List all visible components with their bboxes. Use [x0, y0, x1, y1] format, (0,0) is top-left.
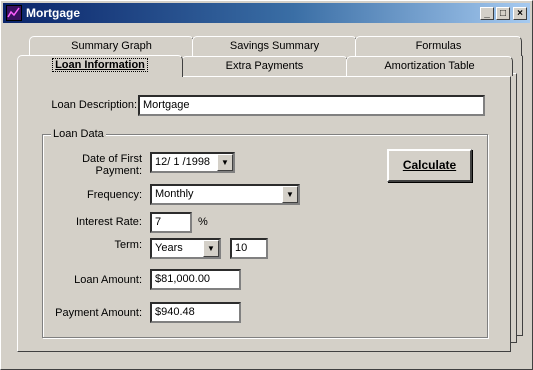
term-label: Term: [114, 239, 143, 251]
loan-information-panel: Loan Description: Mortgage Loan Data Dat… [17, 76, 511, 352]
interest-rate-input[interactable]: 7 [150, 212, 192, 233]
first-payment-label: Date of First Payment: [82, 153, 142, 177]
interest-rate-label: Interest Rate: [75, 216, 142, 228]
tab-amortization-table[interactable]: Amortization Table [346, 56, 513, 76]
loan-description-label: Loan Description: [51, 99, 137, 111]
chevron-down-icon[interactable]: ▼ [282, 186, 298, 203]
frequency-label: Frequency: [86, 189, 142, 201]
loan-amount-label: Loan Amount: [74, 274, 142, 286]
term-unit-select[interactable]: Years ▼ [150, 238, 221, 259]
term-input[interactable]: 10 [230, 238, 268, 259]
percent-unit: % [198, 216, 208, 228]
first-payment-date-picker[interactable]: 12/ 1 /1998 ▼ [150, 152, 235, 173]
tab-loan-information[interactable]: Loan Information [17, 55, 183, 77]
tab-summary-graph[interactable]: Summary Graph [29, 36, 194, 56]
chevron-down-icon[interactable]: ▼ [217, 154, 233, 171]
chevron-down-icon[interactable]: ▼ [203, 240, 219, 257]
maximize-button[interactable]: □ [496, 7, 510, 20]
title-bar[interactable]: Mortgage _ □ × [3, 3, 530, 23]
window-title: Mortgage [26, 6, 80, 20]
tab-formulas[interactable]: Formulas [355, 36, 522, 56]
tab-savings-summary[interactable]: Savings Summary [192, 36, 357, 56]
mortgage-window: Mortgage _ □ × Summary Graph Savings Sum… [0, 0, 533, 370]
payment-amount-output: $940.48 [150, 302, 241, 323]
minimize-button[interactable]: _ [480, 7, 494, 20]
close-button[interactable]: × [513, 7, 527, 20]
payment-amount-label: Payment Amount: [55, 307, 142, 319]
tab-extra-payments[interactable]: Extra Payments [181, 56, 348, 76]
calculate-button[interactable]: Calculate [387, 149, 472, 182]
loan-amount-input[interactable]: $81,000.00 [150, 269, 241, 290]
frequency-select[interactable]: Monthly ▼ [150, 184, 300, 205]
loan-description-input[interactable]: Mortgage [138, 95, 485, 116]
loan-data-group-title: Loan Data [51, 128, 106, 140]
chart-app-icon [6, 5, 22, 21]
